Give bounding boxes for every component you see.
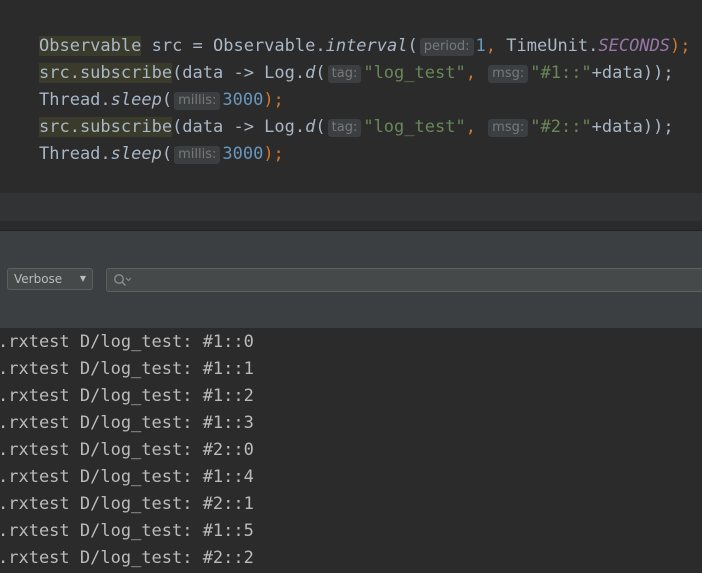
logcat-output[interactable]: .rxtest D/log_test: #1::0 .rxtest D/log_… [0,329,702,573]
code-token: d [305,117,316,137]
code-token: Thread. [39,144,111,164]
code-token: interval [325,36,408,56]
code-token: ( [315,63,326,83]
code-editor[interactable]: Observable src = Observable.interval(per… [0,0,702,193]
log-row[interactable]: .rxtest D/log_test: #1::1 [0,356,254,383]
chevron-down-icon: ▼ [79,274,86,283]
code-token: , [465,117,487,137]
parameter-hint: millis: [174,92,221,110]
parameter-hint: msg: [488,65,529,83]
parameter-hint: msg: [488,119,529,137]
code-token: sleep [110,144,162,164]
code-token: d [305,63,316,83]
code-token: 3000 [222,144,264,164]
code-token: ( [161,90,173,110]
code-token: src.subscribe [39,63,173,83]
logcat-toolbar: Verbose ▼ [0,231,702,329]
log-row[interactable]: .rxtest D/log_test: #2::2 [0,545,254,572]
code-line[interactable]: Observable src = Observable.interval(per… [39,35,691,57]
log-row[interactable]: .rxtest D/log_test: #1::0 [0,329,254,356]
code-line[interactable]: src.subscribe(data -> Log.d(tag: "log_tes… [39,62,674,84]
editor-status-strip [0,193,702,221]
code-token: (data -> Log. [172,117,306,137]
log-row[interactable]: .rxtest D/log_test: #1::4 [0,464,254,491]
logcat-search-box[interactable] [106,268,702,292]
code-token: src = Observable. [141,36,326,56]
code-token: , [465,63,487,83]
parameter-hint: tag: [327,119,362,137]
parameter-hint: period: [419,38,474,56]
code-token: 3000 [222,90,264,110]
code-token: 1 [475,36,486,56]
code-token: Thread. [39,90,111,110]
code-token: sleep [110,90,162,110]
log-row[interactable]: .rxtest D/log_test: #1::5 [0,518,254,545]
search-icon [114,274,131,287]
code-token: "log_test" [363,63,466,83]
code-token: "#2::" [530,117,592,137]
code-token: "#1::" [530,63,592,83]
log-row[interactable]: .rxtest D/log_test: #2::0 [0,437,254,464]
code-token: ( [315,117,326,137]
code-token: +data)); [591,63,674,83]
code-token: "log_test" [363,117,466,137]
log-level-label: Verbose [14,272,63,286]
code-token: ( [407,36,418,56]
code-token: ); [263,90,284,110]
log-row[interactable]: .rxtest D/log_test: #1::3 [0,410,254,437]
parameter-hint: millis: [174,146,221,164]
code-token: src.subscribe [39,117,173,137]
parameter-hint: tag: [327,65,362,83]
code-token: ( [161,144,173,164]
code-line[interactable]: Thread.sleep(millis: 3000); [39,89,284,111]
logcat-search-input[interactable] [135,269,695,291]
code-line[interactable]: src.subscribe(data -> Log.d(tag: "log_tes… [39,116,674,138]
log-row[interactable]: .rxtest D/log_test: #1::2 [0,383,254,410]
code-token: +data)); [591,117,674,137]
code-token: TimeUnit. [506,36,599,56]
log-row[interactable]: .rxtest D/log_test: #2::1 [0,491,254,518]
code-token: Observable [39,36,142,56]
code-token: , [485,36,507,56]
log-level-dropdown[interactable]: Verbose ▼ [7,268,93,290]
code-token: ); [263,144,284,164]
code-token: SECONDS [598,36,671,56]
panel-divider[interactable] [0,221,702,231]
code-token: ); [670,36,691,56]
code-line[interactable]: Thread.sleep(millis: 3000); [39,143,284,165]
code-token: (data -> Log. [172,63,306,83]
